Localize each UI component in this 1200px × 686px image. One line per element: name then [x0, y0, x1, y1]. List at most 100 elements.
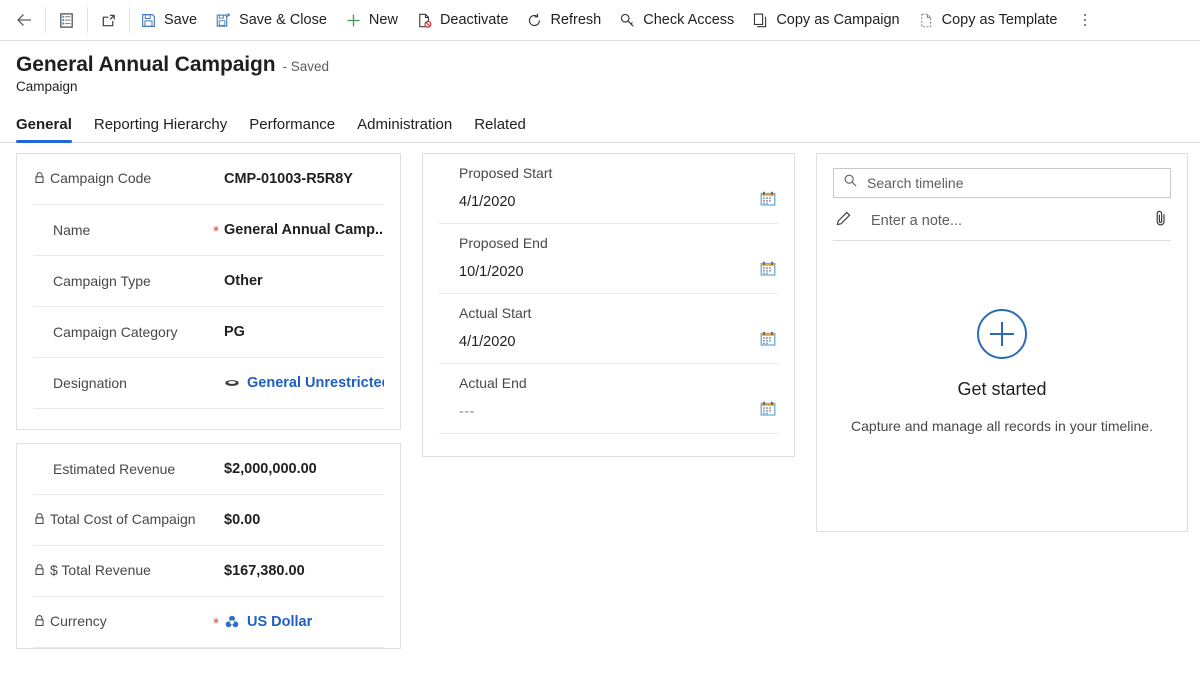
date-label: Actual End: [459, 375, 527, 391]
field-label: Name: [53, 221, 91, 238]
deactivate-button[interactable]: Deactivate: [407, 2, 518, 38]
field-value-campaign-type: Other: [224, 273, 263, 289]
date-label: Actual Start: [459, 305, 532, 321]
new-button[interactable]: New: [336, 2, 407, 38]
form-selector-button[interactable]: [47, 2, 86, 38]
field-label: Campaign Code: [33, 169, 208, 189]
refresh-button-label: Refresh: [550, 12, 602, 28]
calendar-icon[interactable]: [759, 260, 777, 283]
card-spacer: [33, 409, 384, 429]
template-icon: [918, 12, 935, 29]
save-icon: [140, 12, 157, 29]
summary-card: Campaign Code CMP-01003-R5R8Y Name * Gen…: [16, 153, 401, 430]
back-arrow-icon: [15, 11, 33, 29]
deactivate-button-label: Deactivate: [439, 12, 509, 28]
required-marker: [208, 468, 224, 471]
date-value-row[interactable]: ---: [439, 400, 778, 423]
date-value-row[interactable]: 4/1/2020: [439, 190, 778, 213]
copy-icon: [752, 12, 769, 29]
required-marker: [208, 280, 224, 283]
calendar-icon[interactable]: [759, 330, 777, 353]
back-button[interactable]: [4, 2, 44, 38]
copy-as-template-button-label: Copy as Template: [941, 12, 1058, 28]
timeline-empty-caption: Capture and manage all records in your t…: [851, 418, 1153, 434]
save-status: - Saved: [282, 59, 330, 74]
field-label: $ Total Revenue: [33, 561, 208, 581]
copy-as-template-button[interactable]: Copy as Template: [909, 2, 1067, 38]
required-marker: [208, 331, 224, 334]
lock-icon: [33, 562, 46, 581]
field-value-designation-container[interactable]: General Unrestricted: [224, 375, 384, 391]
field-row-campaign-type[interactable]: Campaign Type Other: [33, 256, 384, 307]
required-marker: [208, 570, 224, 573]
field-row-total-revenue[interactable]: $ Total Revenue $167,380.00: [33, 546, 384, 597]
field-value-name: General Annual Camp...: [224, 222, 384, 238]
date-row-proposed-start[interactable]: Proposed Start 4/1/2020: [439, 154, 778, 224]
lock-icon: [33, 511, 46, 530]
copy-as-campaign-button[interactable]: Copy as Campaign: [743, 2, 908, 38]
field-row-estimated-revenue[interactable]: Estimated Revenue $2,000,000.00: [33, 444, 384, 495]
deactivate-icon: [416, 12, 433, 29]
refresh-button[interactable]: Refresh: [517, 2, 610, 38]
tab-performance[interactable]: Performance: [238, 116, 346, 142]
field-label: Campaign Category: [53, 323, 178, 340]
popout-button[interactable]: [89, 2, 128, 38]
date-label: Proposed End: [459, 235, 548, 251]
key-icon: [619, 12, 636, 29]
save-button-label: Save: [164, 12, 198, 28]
date-row-proposed-end[interactable]: Proposed End 10/1/2020: [439, 224, 778, 294]
check-access-button-label: Check Access: [643, 12, 735, 28]
field-value-campaign-category: PG: [224, 324, 245, 340]
field-value-currency-container[interactable]: US Dollar: [224, 614, 384, 630]
save-and-close-button[interactable]: Save & Close: [206, 2, 336, 38]
timeline-card: Search timeline Enter a note... Get star…: [816, 153, 1188, 532]
field-row-name[interactable]: Name * General Annual Camp...: [33, 205, 384, 256]
tab-administration[interactable]: Administration: [346, 116, 463, 142]
field-row-currency[interactable]: Currency * US Dollar: [33, 597, 384, 648]
tab-general[interactable]: General: [5, 116, 83, 143]
card-spacer: [439, 434, 778, 456]
tab-related[interactable]: Related: [463, 116, 537, 142]
financial-card: Estimated Revenue $2,000,000.00 Total Co…: [16, 443, 401, 649]
date-value-actual-end: ---: [459, 403, 475, 420]
date-row-actual-start[interactable]: Actual Start 4/1/2020: [439, 294, 778, 364]
calendar-icon[interactable]: [759, 400, 777, 423]
timeline-search-box[interactable]: Search timeline: [833, 168, 1171, 198]
date-value-proposed-end: 10/1/2020: [459, 263, 524, 280]
field-value-currency: US Dollar: [247, 614, 313, 630]
record-header: General Annual Campaign - Saved Campaign: [0, 41, 1200, 94]
field-value-designation: General Unrestricted: [247, 375, 384, 391]
field-row-designation[interactable]: Designation General Unrestricted: [33, 358, 384, 409]
date-value-actual-start: 4/1/2020: [459, 333, 516, 350]
date-value-row[interactable]: 4/1/2020: [439, 330, 778, 353]
calendar-icon[interactable]: [759, 190, 777, 213]
overflow-menu-button[interactable]: [1066, 2, 1104, 38]
required-marker: [208, 519, 224, 522]
title-row: General Annual Campaign - Saved: [16, 53, 1200, 77]
field-label: Total Cost of Campaign: [33, 510, 208, 530]
save-button[interactable]: Save: [131, 2, 206, 38]
date-row-actual-end[interactable]: Actual End ---: [439, 364, 778, 434]
note-input[interactable]: Enter a note...: [871, 213, 1153, 229]
lock-icon: [33, 613, 46, 632]
add-record-icon[interactable]: [976, 308, 1028, 365]
field-row-campaign-category[interactable]: Campaign Category PG: [33, 307, 384, 358]
required-marker: *: [213, 614, 219, 632]
field-label: Currency: [33, 612, 208, 632]
new-button-label: New: [368, 12, 398, 28]
field-row-total-cost-of-campaign[interactable]: Total Cost of Campaign $0.00: [33, 495, 384, 546]
search-input[interactable]: Search timeline: [867, 175, 964, 191]
tab-reporting-hierarchy[interactable]: Reporting Hierarchy: [83, 116, 238, 142]
schedule-card: Proposed Start 4/1/2020 Proposed End 10/…: [422, 153, 795, 457]
field-row-campaign-code[interactable]: Campaign Code CMP-01003-R5R8Y: [33, 154, 384, 205]
currency-icon: [224, 614, 240, 630]
more-vertical-icon: [1077, 12, 1093, 28]
field-value-estimated-revenue: $2,000,000.00: [224, 461, 317, 477]
plus-icon: [345, 12, 362, 29]
date-value-row[interactable]: 10/1/2020: [439, 260, 778, 283]
check-access-button[interactable]: Check Access: [610, 2, 743, 38]
timeline-empty-title: Get started: [957, 379, 1047, 399]
save-and-close-icon: [215, 12, 232, 29]
entity-lookup-icon: [224, 377, 240, 389]
timeline-empty-state: Get started Capture and manage all recor…: [833, 229, 1171, 513]
